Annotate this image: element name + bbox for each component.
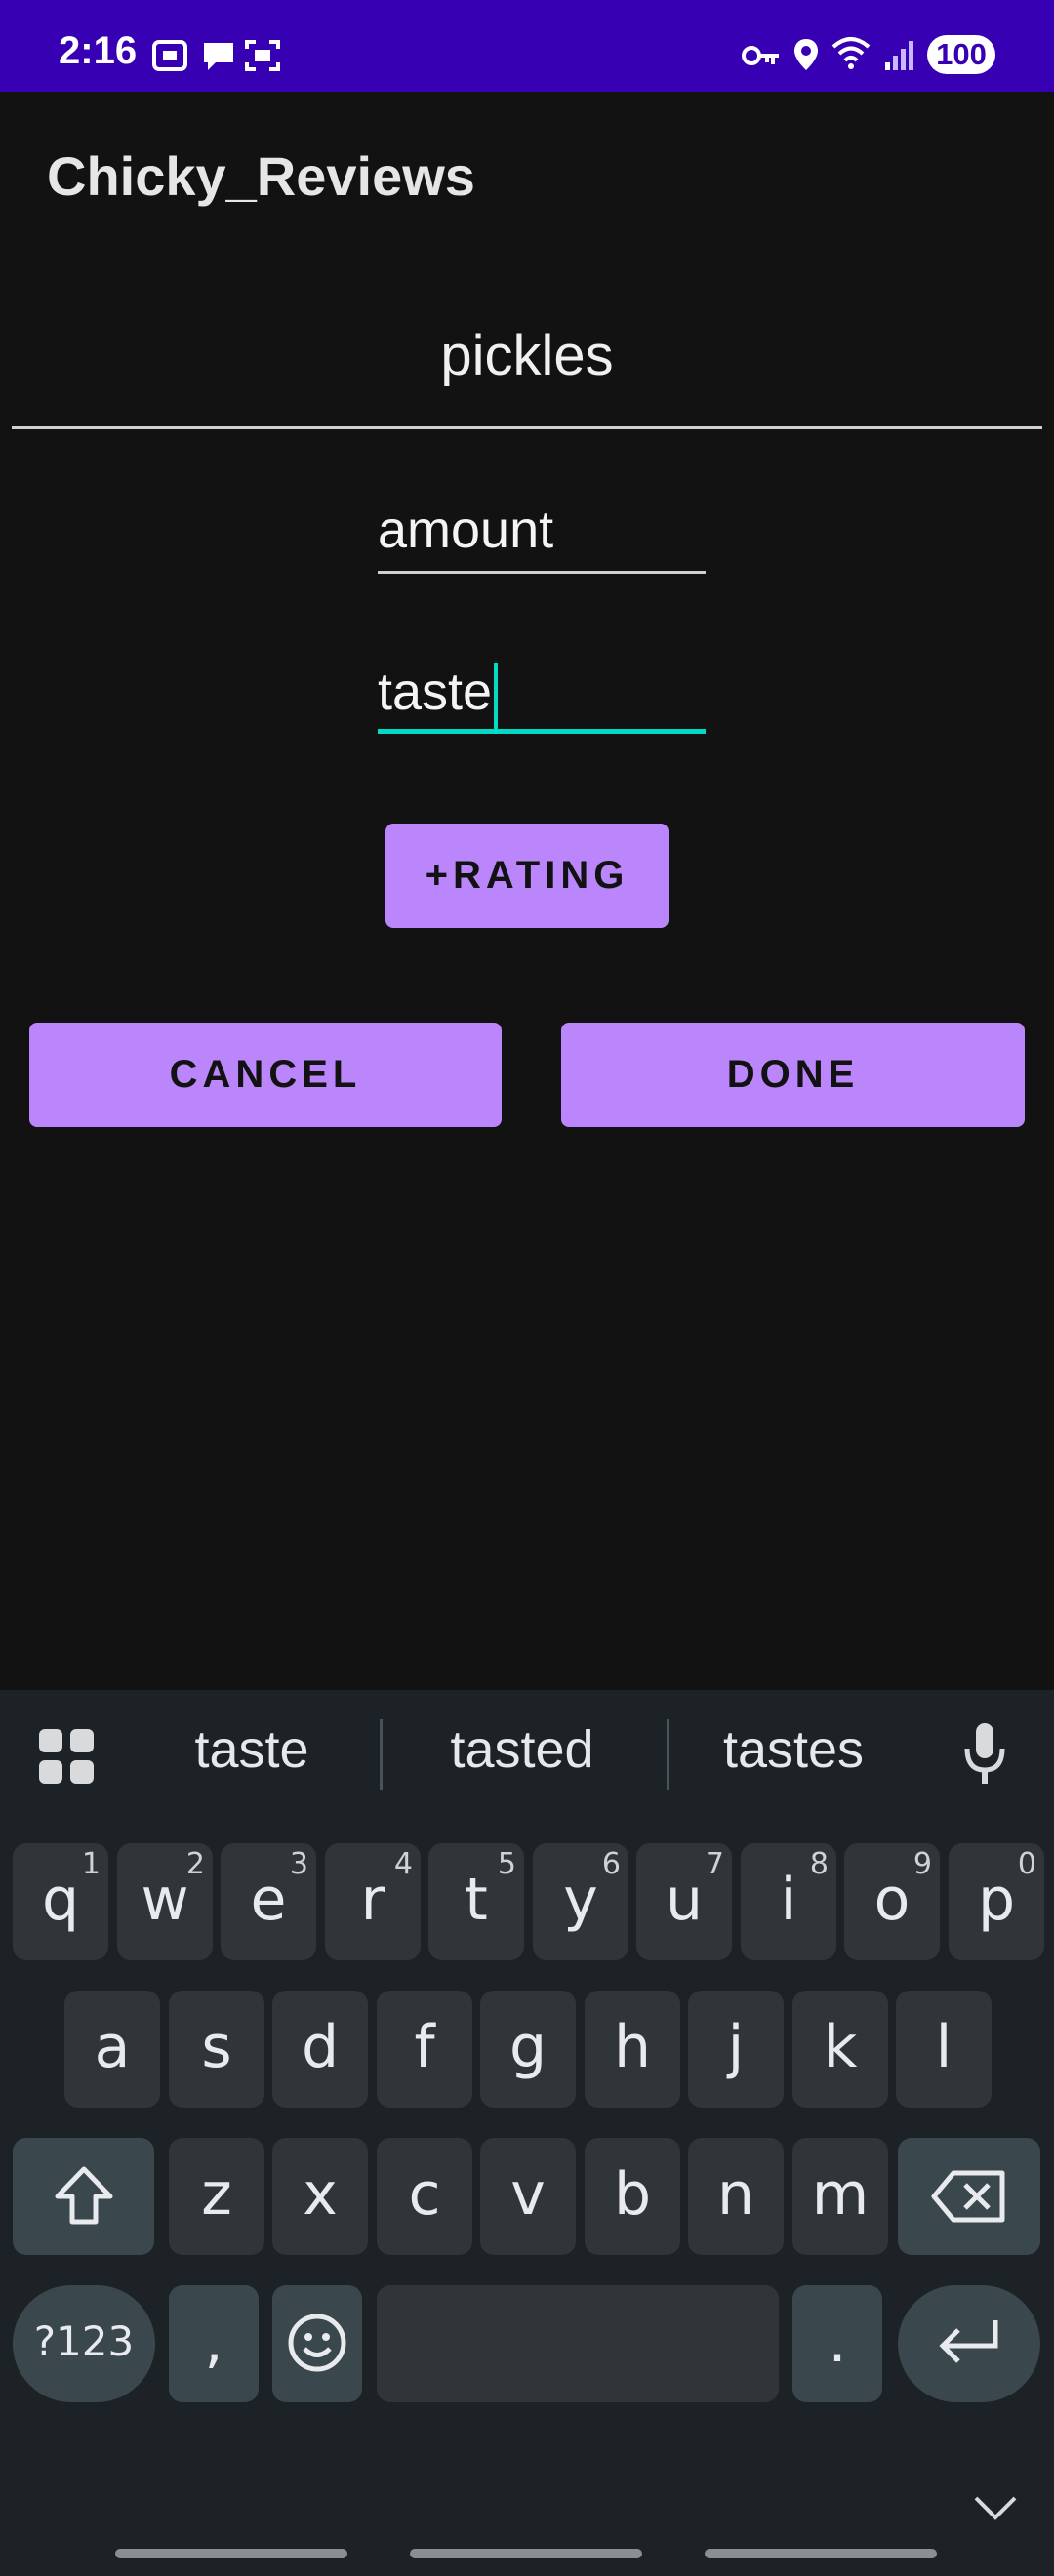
chat-icon <box>204 43 233 70</box>
emoji-key[interactable] <box>272 2285 362 2402</box>
key-number: 5 <box>497 1847 516 1881</box>
key-number: 2 <box>185 1847 205 1881</box>
key-o[interactable]: o9 <box>844 1843 940 1960</box>
key-p[interactable]: p0 <box>949 1843 1044 1960</box>
key-i[interactable]: i8 <box>741 1843 836 1960</box>
shift-icon <box>55 2166 112 2225</box>
suggestion-2[interactable]: tasted <box>395 1719 649 1780</box>
key-label: e <box>250 1866 287 1934</box>
backspace-icon <box>931 2170 1005 2223</box>
amount-placeholder: amount <box>378 501 554 559</box>
key-b[interactable]: b <box>585 2138 680 2255</box>
key-c[interactable]: c <box>377 2138 472 2255</box>
key-d[interactable]: d <box>272 1991 368 2108</box>
key-v[interactable]: v <box>480 2138 576 2255</box>
key-number: 4 <box>393 1847 413 1881</box>
taste-value-wrap: taste <box>378 658 499 729</box>
period-key[interactable]: . <box>792 2285 882 2402</box>
status-time: 2:16 <box>59 29 138 72</box>
key-number: 6 <box>601 1847 621 1881</box>
key-number: 8 <box>809 1847 829 1881</box>
emoji-icon <box>288 2314 346 2372</box>
key-w[interactable]: w2 <box>117 1843 213 1960</box>
location-icon <box>794 39 818 70</box>
item-name-value: pickles <box>440 324 614 387</box>
key-s[interactable]: s <box>169 1991 264 2108</box>
suggestion-3[interactable]: tastes <box>667 1719 920 1780</box>
screenshot-icon <box>152 40 187 71</box>
key-q[interactable]: q1 <box>13 1843 108 1960</box>
key-label: i <box>780 1866 797 1934</box>
shift-key[interactable] <box>13 2138 154 2255</box>
taste-value: taste <box>378 663 493 721</box>
enter-key[interactable] <box>898 2285 1040 2402</box>
key-u[interactable]: u7 <box>636 1843 732 1960</box>
hide-keyboard-icon[interactable] <box>972 2492 1019 2521</box>
key-label: y <box>563 1866 598 1934</box>
key-number: 1 <box>81 1847 101 1881</box>
comma-key[interactable]: , <box>169 2285 259 2402</box>
key-x[interactable]: x <box>272 2138 368 2255</box>
add-rating-button[interactable]: +RATING <box>385 824 669 928</box>
key-label: u <box>665 1866 704 1934</box>
key-n[interactable]: n <box>688 2138 784 2255</box>
screen-capture-icon <box>245 40 280 71</box>
wifi-icon <box>831 37 871 69</box>
text-cursor <box>494 662 499 729</box>
app-title: Chicky_Reviews <box>47 145 475 207</box>
key-label: r <box>360 1866 385 1934</box>
cancel-button[interactable]: CANCEL <box>29 1023 502 1127</box>
nav-handle-left <box>115 2549 347 2558</box>
suggestion-bar: taste tasted tastes <box>0 1690 1054 1819</box>
key-number: 7 <box>705 1847 724 1881</box>
taste-input[interactable]: taste <box>378 656 706 734</box>
microphone-icon[interactable] <box>962 1721 1007 1786</box>
nav-handle-center[interactable] <box>410 2549 642 2558</box>
key-label: p <box>977 1866 1016 1934</box>
key-number: 0 <box>1017 1847 1036 1881</box>
amount-input[interactable]: amount <box>378 496 706 574</box>
key-t[interactable]: t5 <box>428 1843 524 1960</box>
key-e[interactable]: e3 <box>221 1843 316 1960</box>
space-key[interactable] <box>377 2285 779 2402</box>
keyboard: taste tasted tastes q1 w2 e3 r4 t5 y6 u7… <box>0 1690 1054 2576</box>
key-l[interactable]: l <box>896 1991 992 2108</box>
nav-handle-right <box>705 2549 937 2558</box>
key-z[interactable]: z <box>169 2138 264 2255</box>
suggestion-divider <box>380 1719 383 1790</box>
apps-grid-icon[interactable] <box>37 1727 96 1786</box>
key-label: o <box>873 1866 911 1934</box>
battery-indicator: 100 <box>927 35 995 74</box>
key-h[interactable]: h <box>585 1991 680 2108</box>
done-button[interactable]: DONE <box>561 1023 1025 1127</box>
key-label: t <box>465 1866 488 1934</box>
status-bar: 2:16 100 <box>0 0 1054 92</box>
key-number: 3 <box>289 1847 308 1881</box>
suggestion-1[interactable]: taste <box>125 1719 379 1780</box>
item-name-input[interactable]: pickles <box>12 312 1042 429</box>
key-k[interactable]: k <box>792 1991 888 2108</box>
key-y[interactable]: y6 <box>533 1843 628 1960</box>
backspace-key[interactable] <box>898 2138 1040 2255</box>
key-j[interactable]: j <box>688 1991 784 2108</box>
key-label: q <box>41 1866 80 1934</box>
key-f[interactable]: f <box>377 1991 472 2108</box>
key-m[interactable]: m <box>792 2138 888 2255</box>
key-r[interactable]: r4 <box>325 1843 421 1960</box>
key-a[interactable]: a <box>64 1991 160 2108</box>
vpn-key-icon <box>742 46 779 65</box>
signal-icon <box>885 41 913 70</box>
key-g[interactable]: g <box>480 1991 576 2108</box>
key-number: 9 <box>912 1847 932 1881</box>
key-label: w <box>141 1866 189 1934</box>
symbols-key[interactable]: ?123 <box>13 2285 155 2402</box>
enter-icon <box>939 2320 998 2363</box>
